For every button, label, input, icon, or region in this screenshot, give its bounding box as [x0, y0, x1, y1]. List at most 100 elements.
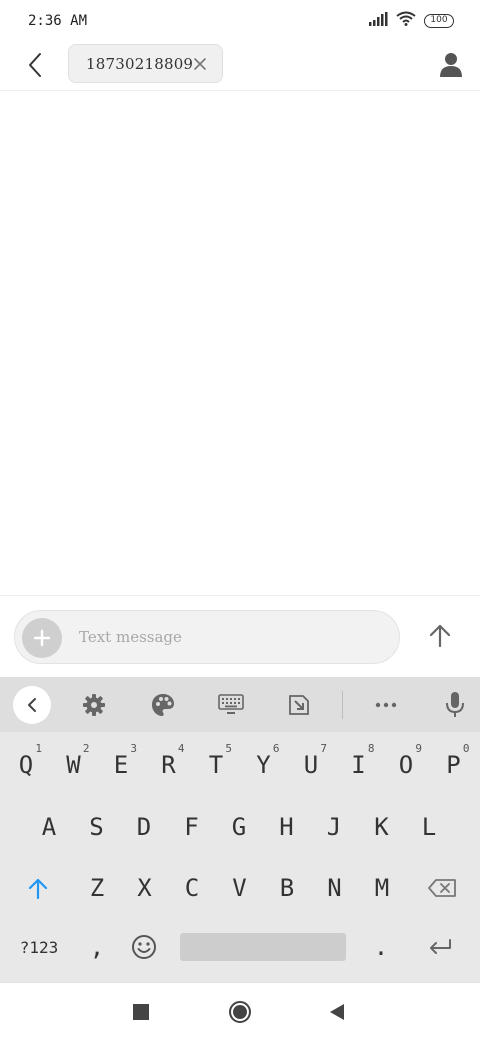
- key-z[interactable]: Z: [77, 863, 117, 913]
- gear-icon: [83, 694, 105, 716]
- key-g[interactable]: G: [219, 802, 259, 852]
- key-hint: 5: [225, 742, 232, 755]
- key-hint: 9: [415, 742, 422, 755]
- send-button[interactable]: [424, 620, 456, 652]
- shift-arrow-icon: [28, 878, 48, 900]
- backspace-icon: [428, 879, 456, 897]
- recipient-chip[interactable]: 18730218809: [68, 44, 223, 83]
- key-n[interactable]: N: [315, 863, 355, 913]
- key-hint: 3: [130, 742, 137, 755]
- comma-key[interactable]: ,: [77, 922, 117, 972]
- keyboard-toolbar: [0, 677, 480, 732]
- key-hint: 6: [272, 742, 280, 755]
- remove-recipient-icon[interactable]: [192, 56, 208, 72]
- toolbar-divider: [342, 691, 343, 719]
- triangle-back-icon: [330, 1004, 344, 1020]
- resize-icon: [289, 695, 309, 715]
- key-o[interactable]: O9: [386, 740, 426, 790]
- key-u[interactable]: U7: [291, 740, 331, 790]
- key-s[interactable]: S: [77, 802, 117, 852]
- recipient-number: 18730218809: [86, 54, 194, 73]
- key-y[interactable]: Y6: [244, 740, 284, 790]
- signal-icon: [368, 11, 388, 30]
- message-input-container: [14, 610, 400, 664]
- backspace-key[interactable]: [420, 863, 464, 913]
- key-label: Z: [89, 874, 105, 902]
- collapse-toolbar-button[interactable]: [13, 686, 51, 724]
- chevron-left-icon: [28, 698, 36, 712]
- key-label: P: [446, 751, 461, 779]
- key-label: C: [184, 874, 200, 902]
- person-icon: [440, 53, 462, 77]
- key-label: J: [326, 813, 342, 841]
- symbols-key[interactable]: ?123: [14, 922, 64, 972]
- plus-icon: [33, 629, 51, 647]
- key-f[interactable]: F: [172, 802, 212, 852]
- key-b[interactable]: B: [267, 863, 307, 913]
- status-bar: 2:36 AM 100: [0, 0, 480, 44]
- keyboard-layout-button[interactable]: [213, 687, 249, 723]
- key-label: H: [279, 813, 294, 841]
- key-v[interactable]: V: [220, 863, 260, 913]
- key-label: Y: [256, 751, 271, 779]
- square-icon: [133, 1004, 149, 1020]
- key-q[interactable]: Q1: [6, 740, 46, 790]
- key-j[interactable]: J: [314, 802, 354, 852]
- voice-input-button[interactable]: [437, 687, 473, 723]
- key-label: X: [137, 874, 152, 902]
- battery-indicator: 100: [424, 13, 454, 28]
- key-w[interactable]: W2: [54, 740, 94, 790]
- attach-button[interactable]: [22, 618, 62, 658]
- back-button[interactable]: [20, 50, 50, 80]
- key-label: F: [184, 813, 199, 841]
- key-label: L: [421, 813, 437, 841]
- keyboard: Q1W2E3R4T5Y6U7I8O9P0ASDFGHJKLZXCVBNM ?12…: [0, 677, 480, 982]
- key-l[interactable]: L: [409, 802, 449, 852]
- arrow-up-icon: [429, 624, 451, 648]
- chevron-left-icon: [29, 53, 41, 77]
- space-key[interactable]: [180, 933, 346, 961]
- key-label: O: [398, 751, 414, 779]
- enter-key[interactable]: [420, 922, 460, 972]
- key-hint: 8: [367, 742, 375, 755]
- conversation-header: 18730218809: [0, 44, 480, 91]
- key-k[interactable]: K: [362, 802, 402, 852]
- shift-key[interactable]: [18, 863, 58, 913]
- key-m[interactable]: M: [362, 863, 402, 913]
- emoji-key[interactable]: [124, 922, 164, 972]
- key-e[interactable]: E3: [101, 740, 141, 790]
- key-x[interactable]: X: [125, 863, 165, 913]
- home-button[interactable]: [225, 997, 255, 1027]
- settings-button[interactable]: [76, 687, 112, 723]
- resize-keyboard-button[interactable]: [281, 687, 317, 723]
- key-r[interactable]: R4: [149, 740, 189, 790]
- key-i[interactable]: I8: [339, 740, 379, 790]
- key-label: D: [136, 813, 152, 841]
- key-label: Q: [18, 751, 34, 779]
- back-nav-button[interactable]: [322, 997, 352, 1027]
- key-h[interactable]: H: [267, 802, 307, 852]
- key-t[interactable]: T5: [196, 740, 236, 790]
- key-c[interactable]: C: [172, 863, 212, 913]
- key-label: T: [208, 751, 224, 779]
- more-options-button[interactable]: [368, 687, 404, 723]
- key-label: E: [113, 751, 129, 779]
- key-label: W: [66, 751, 81, 779]
- recents-button[interactable]: [126, 997, 156, 1027]
- key-label: U: [303, 751, 319, 779]
- microphone-icon: [446, 692, 464, 717]
- key-p[interactable]: P0: [434, 740, 474, 790]
- system-nav-bar: [0, 982, 480, 1040]
- key-label: V: [232, 874, 247, 902]
- message-thread: [0, 91, 480, 595]
- contact-button[interactable]: [436, 49, 466, 79]
- key-hint: 7: [320, 742, 327, 755]
- key-d[interactable]: D: [124, 802, 164, 852]
- key-a[interactable]: A: [29, 802, 69, 852]
- key-label: K: [374, 813, 389, 841]
- key-label: G: [231, 813, 247, 841]
- message-input[interactable]: [79, 611, 379, 663]
- period-key[interactable]: .: [361, 922, 401, 972]
- theme-button[interactable]: [145, 687, 181, 723]
- key-label: R: [161, 751, 176, 779]
